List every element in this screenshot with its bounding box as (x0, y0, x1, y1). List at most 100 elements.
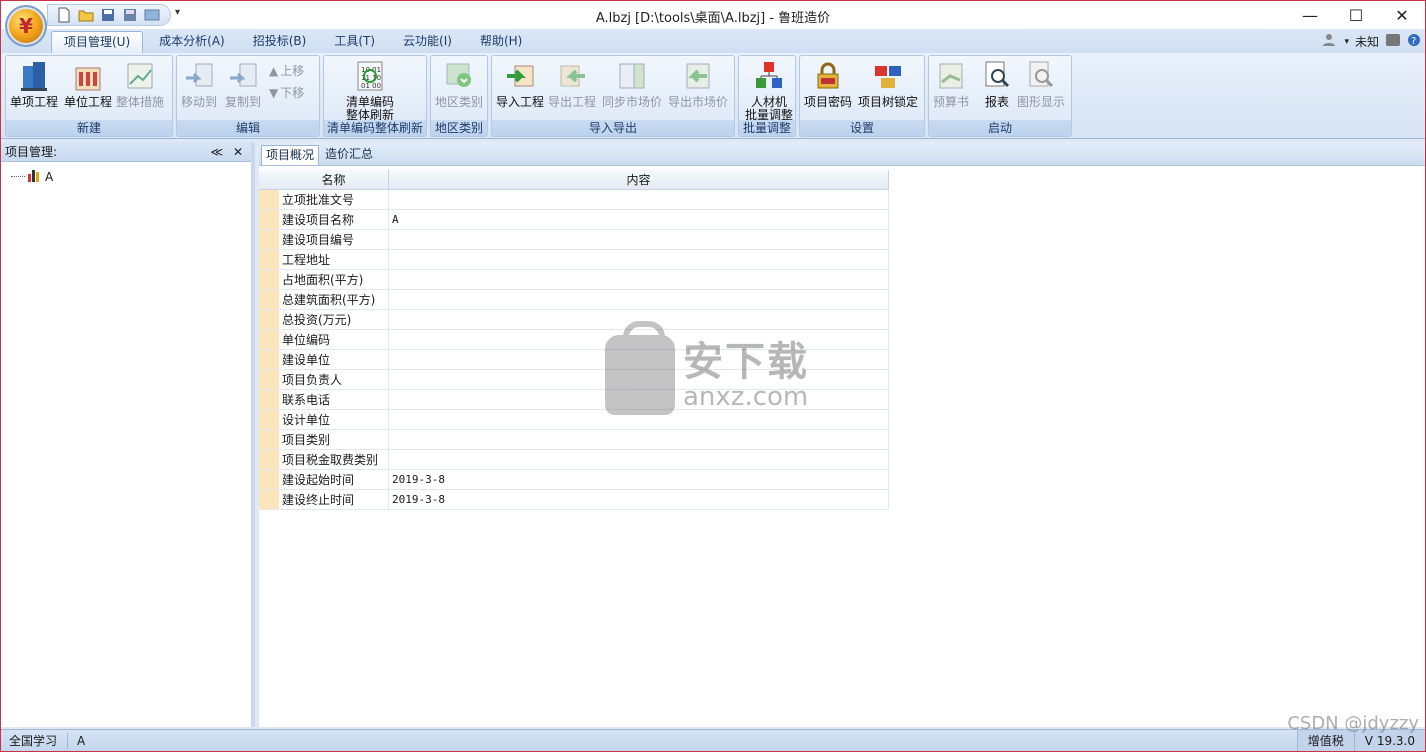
budget-book-button[interactable]: 预算书 (933, 60, 969, 109)
table-row[interactable]: 建设项目编号 (259, 230, 889, 250)
tab-project-overview[interactable]: 项目概况 (261, 145, 320, 165)
sync-grid-icon (616, 60, 648, 92)
field-name: 总建筑面积(平方) (279, 290, 389, 309)
save-icon[interactable] (98, 6, 118, 24)
svg-text:?: ? (1411, 36, 1416, 47)
close-icon[interactable]: ✕ (233, 142, 243, 162)
pin-icon[interactable]: ≪ (210, 142, 223, 162)
open-folder-icon[interactable] (76, 6, 96, 24)
table-row[interactable]: 占地面积(平方) (259, 270, 889, 290)
report-button[interactable]: 报表 (981, 60, 1013, 109)
binary-refresh-icon: 10 01 11 10 01 00 (354, 60, 386, 92)
field-value[interactable] (389, 250, 889, 269)
sync-icon[interactable] (1385, 33, 1401, 50)
import-project-button[interactable]: 导入工程 (496, 60, 544, 109)
user-icon[interactable] (1322, 33, 1338, 50)
export-icon (556, 60, 588, 92)
graphic-display-button[interactable]: 图形显示 (1017, 60, 1065, 109)
row-marker (259, 290, 279, 309)
save-as-icon[interactable] (120, 6, 140, 24)
grid-header: 名称 内容 (259, 170, 889, 190)
field-name: 单位编码 (279, 330, 389, 349)
field-value[interactable] (389, 290, 889, 309)
hierarchy-icon (753, 60, 785, 92)
header-content[interactable]: 内容 (389, 170, 889, 189)
tree-item[interactable]: A (11, 168, 53, 185)
move-down-button[interactable]: ▼ 下移 (269, 84, 304, 101)
field-name: 建设项目编号 (279, 230, 389, 249)
tree-lock-button[interactable]: 项目树锁定 (858, 60, 918, 109)
maximize-button[interactable]: ☐ (1333, 1, 1379, 29)
field-name: 工程地址 (279, 250, 389, 269)
new-file-icon[interactable] (54, 6, 74, 24)
arrow-up-icon: ▲ (269, 63, 279, 78)
refresh-codes-button[interactable]: 10 01 11 10 01 00 清单编码 整体刷新 (346, 60, 394, 122)
move-up-button[interactable]: ▲ 上移 (269, 62, 304, 79)
move-to-icon (183, 60, 215, 92)
tab-help[interactable]: 帮助(H) (468, 31, 534, 53)
copy-to-button[interactable]: 复制到 (225, 60, 261, 109)
tab-cost-summary[interactable]: 造价汇总 (321, 145, 377, 165)
field-name: 项目税金取费类别 (279, 450, 389, 469)
close-button[interactable]: ✕ (1379, 1, 1425, 29)
budget-book-icon (935, 60, 967, 92)
table-row[interactable]: 项目类别 (259, 430, 889, 450)
group-settings: 项目密码 项目树锁定 设置 (799, 55, 925, 137)
tab-project-management[interactable]: 项目管理(U) (51, 31, 144, 53)
field-value[interactable]: 2019-3-8 (389, 470, 889, 489)
table-row[interactable]: 建设起始时间 2019-3-8 (259, 470, 889, 490)
table-row[interactable]: 立项批准文号 (259, 190, 889, 210)
table-row[interactable]: 工程地址 (259, 250, 889, 270)
status-project: A (77, 734, 86, 748)
move-to-button[interactable]: 移动到 (181, 60, 217, 109)
panel-header: 项目管理: ≪ ✕ (1, 142, 251, 162)
minimize-button[interactable]: — (1287, 1, 1333, 29)
field-value[interactable] (389, 430, 889, 449)
tab-bidding[interactable]: 招投标(B) (241, 31, 319, 53)
field-name: 建设起始时间 (279, 470, 389, 489)
group-batch-adjust: 人材机 批量调整 批量调整 (738, 55, 796, 137)
batch-adjust-button[interactable]: 人材机 批量调整 (745, 60, 793, 122)
window-title: A.lbzj [D:\tools\桌面\A.lbzj] - 鲁班造价 (595, 11, 831, 26)
overall-measures-button[interactable]: 整体措施 (116, 60, 164, 109)
sync-market-price-button[interactable]: 同步市场价 (602, 60, 662, 109)
field-value[interactable]: 2019-3-8 (389, 490, 889, 509)
field-value[interactable]: A (389, 210, 889, 229)
tools-icon[interactable] (142, 6, 162, 24)
field-value[interactable] (389, 190, 889, 209)
chart-tool-icon (124, 60, 156, 92)
header-name[interactable]: 名称 (279, 170, 389, 189)
export-project-button[interactable]: 导出工程 (548, 60, 596, 109)
unit-project-button[interactable]: 单位工程 (64, 60, 112, 109)
tab-tools[interactable]: 工具(T) (322, 31, 387, 53)
tab-cost-analysis[interactable]: 成本分析(A) (147, 31, 237, 53)
user-dropdown-icon[interactable]: ▾ (1344, 37, 1349, 47)
watermark-text: 安下载 (683, 339, 809, 385)
table-row[interactable]: 总建筑面积(平方) (259, 290, 889, 310)
qat-dropdown-icon[interactable]: ▾ (175, 7, 180, 18)
row-marker (259, 370, 279, 389)
table-row[interactable]: 总投资(万元) (259, 310, 889, 330)
table-row[interactable]: 建设项目名称 A (259, 210, 889, 230)
table-row[interactable]: 项目税金取费类别 (259, 450, 889, 470)
help-icon[interactable]: ? (1407, 33, 1421, 50)
field-name: 立项批准文号 (279, 190, 389, 209)
user-name: 未知 (1354, 35, 1379, 49)
app-menu-button[interactable]: ¥ (5, 5, 47, 47)
tree-lock-icon (872, 60, 904, 92)
window-controls: — ☐ ✕ (1287, 1, 1425, 29)
single-project-button[interactable]: 单项工程 (10, 60, 58, 109)
region-type-button[interactable]: 地区类别 (435, 60, 483, 109)
row-marker (259, 430, 279, 449)
project-password-button[interactable]: 项目密码 (804, 60, 852, 109)
export-market-price-button[interactable]: 导出市场价 (668, 60, 728, 109)
table-row[interactable]: 建设终止时间 2019-3-8 (259, 490, 889, 510)
tab-cloud[interactable]: 云功能(I) (391, 31, 464, 53)
field-name: 设计单位 (279, 410, 389, 429)
lock-icon (812, 60, 844, 92)
field-name: 总投资(万元) (279, 310, 389, 329)
field-value[interactable] (389, 450, 889, 469)
field-value[interactable] (389, 230, 889, 249)
field-name: 联系电话 (279, 390, 389, 409)
field-value[interactable] (389, 270, 889, 289)
